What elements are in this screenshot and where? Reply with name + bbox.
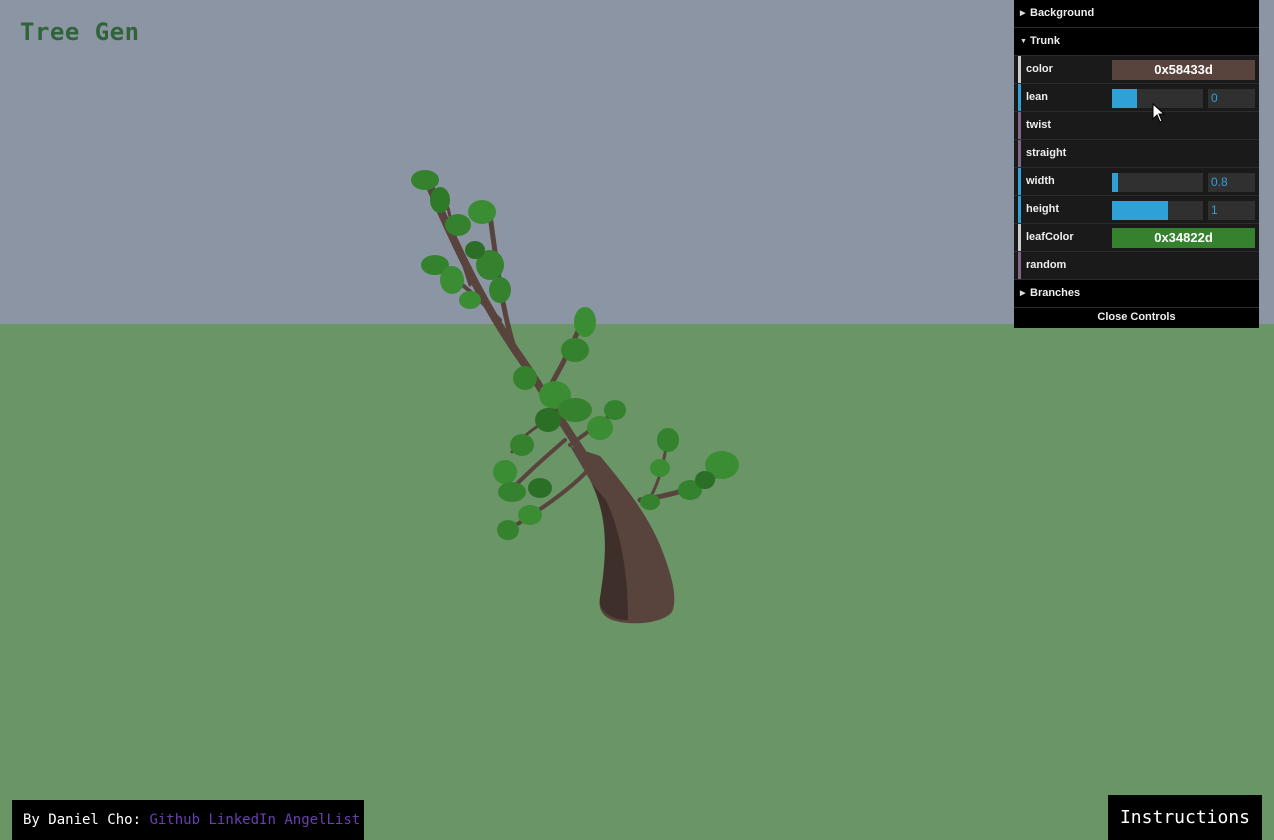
lean-slider-fill xyxy=(1112,89,1138,108)
control-lean-label: lean xyxy=(1026,91,1049,103)
width-input[interactable]: 0.8 xyxy=(1208,173,1255,192)
triangle-right-icon: ▶ xyxy=(1020,10,1026,17)
row-indicator xyxy=(1018,140,1021,167)
control-width: width 0.8 xyxy=(1014,168,1259,196)
leaf-color-picker[interactable]: 0x34822d xyxy=(1112,228,1255,248)
footer-author: By Daniel Cho: xyxy=(23,812,142,828)
control-random-label: random xyxy=(1026,259,1067,271)
folder-background-label: Background xyxy=(1030,7,1095,19)
folder-trunk[interactable]: ▼ Trunk xyxy=(1014,28,1259,56)
control-leafcolor: leafColor 0x34822d xyxy=(1014,224,1259,252)
control-twist[interactable]: twist xyxy=(1014,112,1259,140)
height-slider[interactable] xyxy=(1112,201,1203,220)
row-indicator xyxy=(1018,112,1021,139)
control-lean: lean 0 xyxy=(1014,84,1259,112)
mouse-cursor-icon xyxy=(1152,103,1166,123)
row-indicator xyxy=(1018,252,1021,279)
tree xyxy=(411,170,739,624)
folder-branches-label: Branches xyxy=(1030,287,1081,299)
lean-input[interactable]: 0 xyxy=(1208,89,1255,108)
control-random[interactable]: random xyxy=(1014,252,1259,280)
footer-credits: By Daniel Cho: Github LinkedIn AngelList xyxy=(12,800,364,840)
width-slider[interactable] xyxy=(1112,173,1203,192)
folder-background[interactable]: ▶ Background xyxy=(1014,0,1259,28)
control-height-label: height xyxy=(1026,203,1059,215)
control-color-label: color xyxy=(1026,63,1053,75)
width-slider-fill xyxy=(1112,173,1119,192)
control-height: height 1 xyxy=(1014,196,1259,224)
linkedin-link[interactable]: LinkedIn xyxy=(208,812,275,828)
control-leafcolor-label: leafColor xyxy=(1026,231,1074,243)
folder-trunk-label: Trunk xyxy=(1030,35,1060,47)
instructions-button[interactable]: Instructions xyxy=(1108,795,1262,840)
control-color: color 0x58433d xyxy=(1014,56,1259,84)
triangle-right-icon: ▶ xyxy=(1020,290,1026,297)
close-controls-button[interactable]: Close Controls xyxy=(1014,308,1259,328)
control-straight-label: straight xyxy=(1026,147,1067,159)
folder-branches[interactable]: ▶ Branches xyxy=(1014,280,1259,308)
app-title: Tree Gen xyxy=(20,18,140,46)
trunk-color-picker[interactable]: 0x58433d xyxy=(1112,60,1255,80)
controls-panel[interactable]: ▶ Background ▼ Trunk color 0x58433d lean… xyxy=(1014,0,1259,328)
control-straight[interactable]: straight xyxy=(1014,140,1259,168)
row-indicator xyxy=(1018,56,1021,83)
row-indicator xyxy=(1018,84,1021,111)
control-width-label: width xyxy=(1026,175,1055,187)
triangle-down-icon: ▼ xyxy=(1020,38,1027,45)
height-input[interactable]: 1 xyxy=(1208,201,1255,220)
row-indicator xyxy=(1018,224,1021,251)
row-indicator xyxy=(1018,168,1021,195)
control-twist-label: twist xyxy=(1026,119,1052,131)
height-slider-fill xyxy=(1112,201,1169,220)
github-link[interactable]: Github xyxy=(149,812,200,828)
row-indicator xyxy=(1018,196,1021,223)
angellist-link[interactable]: AngelList xyxy=(284,812,360,828)
